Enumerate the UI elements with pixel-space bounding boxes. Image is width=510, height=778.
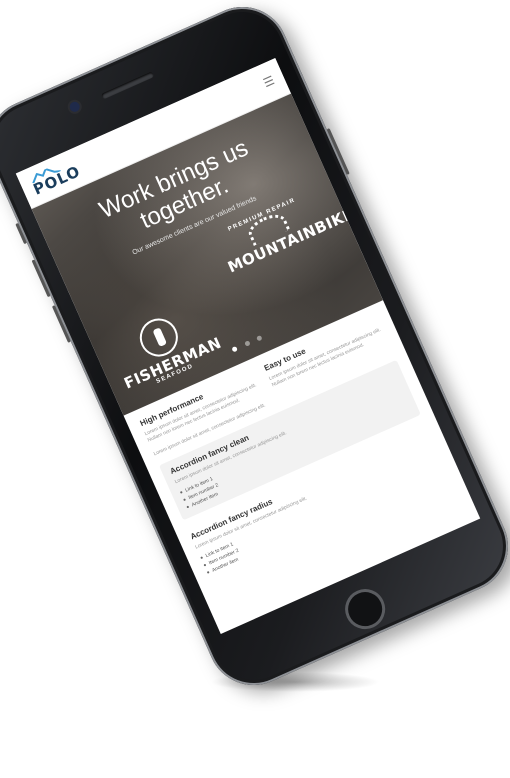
hamburger-menu-icon[interactable]: ☰ — [261, 73, 277, 90]
slider-dot-2[interactable] — [243, 340, 251, 348]
slider-dot-3[interactable] — [255, 334, 263, 342]
mountainbike-badge: PREMIUM REPAIR MOUNTAINBIKE — [213, 191, 357, 276]
slider-dot-1[interactable] — [231, 345, 238, 353]
phone-mockup: POLO ☰ Work brings us together. Our awes… — [0, 0, 510, 700]
